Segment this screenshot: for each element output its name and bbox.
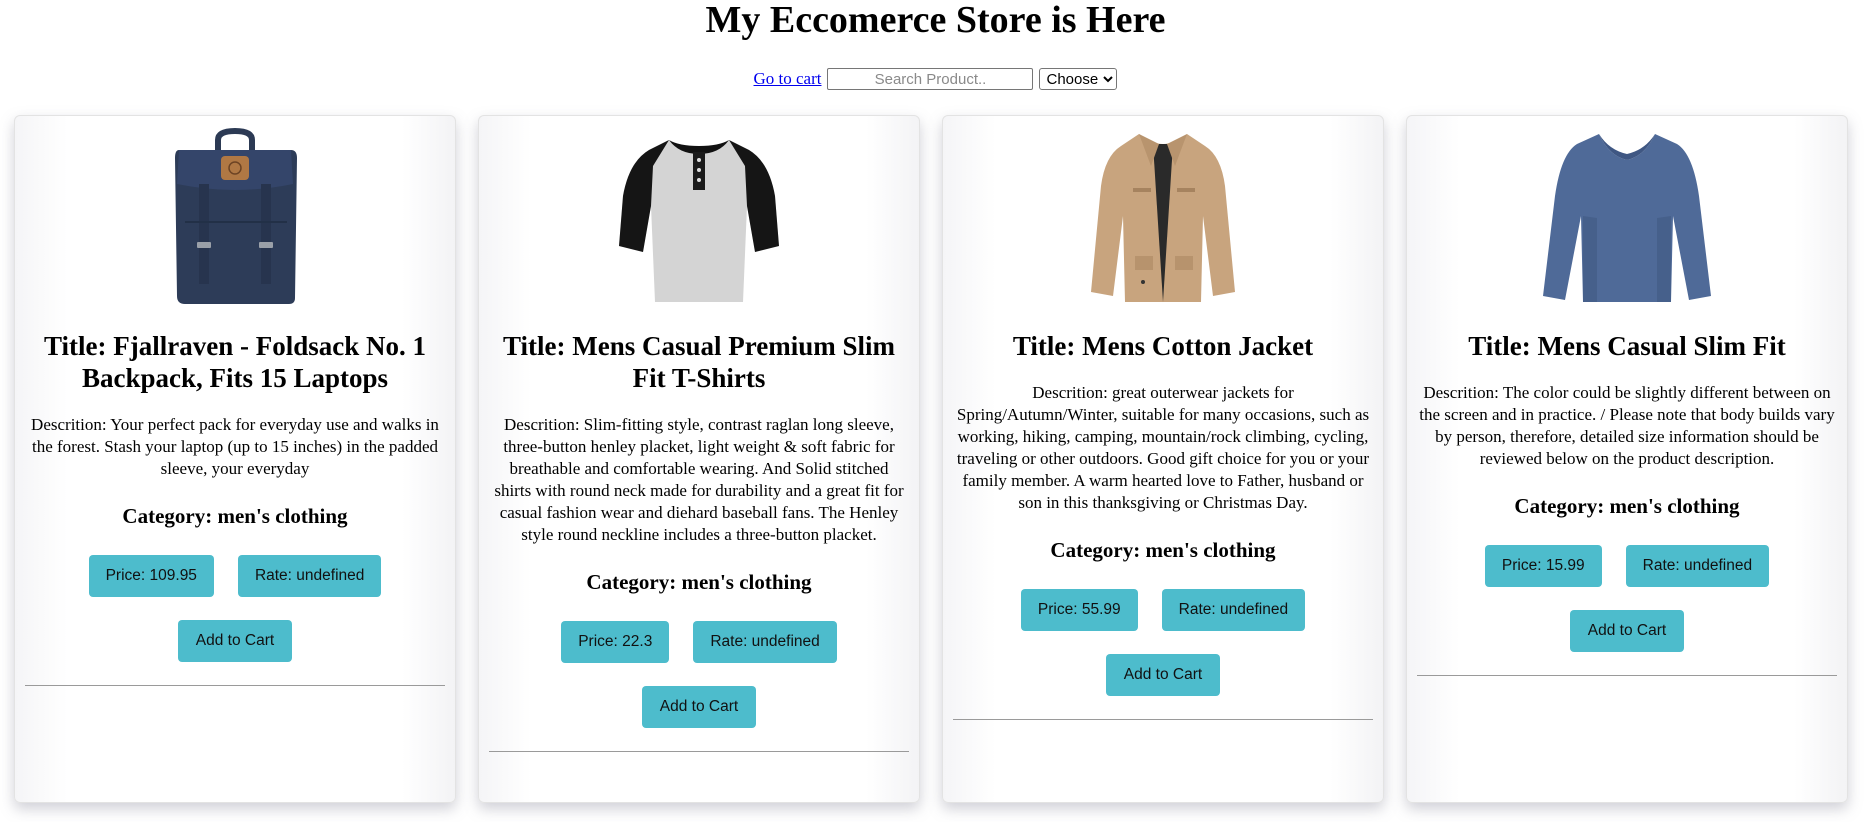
product-card: Title: Mens Casual Premium Slim Fit T-Sh… [478, 115, 920, 803]
product-badges: Price: 55.99 Rate: undefined [943, 589, 1383, 631]
product-category: Category: men's clothing [586, 570, 812, 594]
card-divider [953, 719, 1373, 720]
product-badges: Price: 15.99 Rate: undefined [1407, 545, 1847, 587]
product-title: Title: Mens Cotton Jacket [1012, 331, 1314, 361]
backpack-image [175, 128, 297, 304]
card-divider [25, 685, 445, 686]
go-to-cart-link[interactable]: Go to cart [754, 69, 822, 89]
search-input[interactable] [827, 68, 1034, 90]
price-badge[interactable]: Price: 22.3 [561, 621, 670, 663]
product-card: Title: Mens Casual Slim Fit Descrition: … [1406, 115, 1848, 803]
product-category: Category: men's clothing [1050, 538, 1276, 562]
rate-badge[interactable]: Rate: undefined [237, 555, 382, 597]
add-to-cart-button[interactable]: Add to Cart [641, 686, 757, 728]
product-badges: Price: 22.3 Rate: undefined [479, 621, 919, 663]
product-category: Category: men's clothing [1514, 494, 1740, 518]
card-divider [489, 751, 909, 752]
henley-shirt-image [619, 140, 779, 302]
toolbar: Go to cart Choose [0, 66, 1871, 92]
rate-badge[interactable]: Rate: undefined [693, 621, 837, 663]
card-divider [1417, 675, 1837, 676]
product-card: Title: Fjallraven - Foldsack No. 1 Backp… [14, 115, 456, 803]
product-category: Category: men's clothing [122, 504, 348, 528]
price-badge[interactable]: Price: 15.99 [1484, 545, 1602, 587]
product-title: Title: Fjallraven - Foldsack No. 1 Backp… [44, 331, 426, 393]
rate-badge[interactable]: Rate: undefined [1161, 589, 1306, 631]
product-description: Descrition: great outerwear jackets for … [956, 383, 1370, 512]
category-select[interactable]: Choose [1039, 68, 1118, 90]
product-description: Descrition: Your perfect pack for everyd… [31, 415, 439, 478]
product-title: Title: Mens Casual Slim Fit [1468, 331, 1786, 361]
product-description: Descrition: Slim-fitting style, contrast… [494, 415, 904, 544]
price-badge[interactable]: Price: 109.95 [88, 555, 214, 597]
long-sleeve-shirt-image [1543, 134, 1711, 302]
add-to-cart-button[interactable]: Add to Cart [177, 620, 293, 662]
product-grid: Title: Fjallraven - Foldsack No. 1 Backp… [14, 115, 1848, 803]
product-description: Descrition: The color could be slightly … [1419, 383, 1835, 468]
product-badges: Price: 109.95 Rate: undefined [15, 555, 455, 597]
rate-badge[interactable]: Rate: undefined [1625, 545, 1770, 587]
add-to-cart-button[interactable]: Add to Cart [1105, 654, 1221, 696]
product-title: Title: Mens Casual Premium Slim Fit T-Sh… [503, 331, 895, 393]
product-card: Title: Mens Cotton Jacket Descrition: gr… [942, 115, 1384, 803]
add-to-cart-button[interactable]: Add to Cart [1569, 610, 1685, 652]
price-badge[interactable]: Price: 55.99 [1020, 589, 1138, 631]
cotton-jacket-image [1091, 134, 1235, 302]
page-title: My Eccomerce Store is Here [705, 0, 1166, 41]
